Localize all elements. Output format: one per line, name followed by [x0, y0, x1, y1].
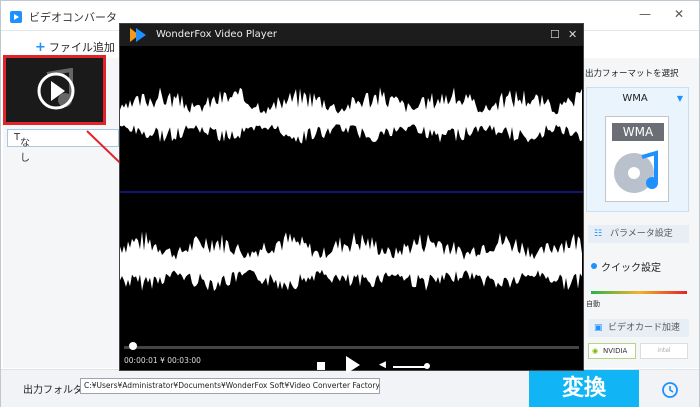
- alarm-button[interactable]: [641, 370, 699, 407]
- time-display: 00:00:01 ¥ 00:03:00: [124, 356, 201, 365]
- wma-file-icon: WMA: [605, 116, 669, 202]
- app-title: ビデオコンバータ: [29, 11, 117, 24]
- progress-track[interactable]: [124, 346, 579, 349]
- format-title: 出力フォーマットを選択: [585, 69, 679, 79]
- plus-icon: +: [35, 40, 46, 55]
- nvidia-label: NVIDIA: [603, 347, 628, 355]
- output-folder-input[interactable]: C:¥Users¥Administrator¥Documents¥WonderF…: [80, 378, 380, 394]
- format-name: WMA: [622, 93, 648, 104]
- gpu-logos: ◉ NVIDIA intel: [588, 343, 689, 359]
- nvidia-eye-icon: ◉: [592, 347, 599, 355]
- add-file-button[interactable]: + ファイル追加: [35, 39, 115, 55]
- param-label: パラメータ設定: [610, 229, 673, 239]
- maximize-button[interactable]: ☐: [550, 28, 560, 41]
- app-logo-icon: [10, 11, 22, 23]
- add-file-label: ファイル追加: [48, 41, 115, 54]
- subtitle-value: T なし: [14, 132, 30, 164]
- volume-icon[interactable]: ◀: [379, 360, 386, 370]
- gpu-acceleration-button[interactable]: ▣ ビデオカード加速: [588, 319, 689, 337]
- video-thumbnail[interactable]: [3, 55, 106, 125]
- auto-label: 自動: [586, 300, 600, 308]
- volume-handle[interactable]: [424, 363, 430, 369]
- alarm-clock-icon: [662, 382, 678, 398]
- stop-button[interactable]: [317, 362, 325, 370]
- audio-waveform: [120, 87, 583, 291]
- volume-slider[interactable]: [393, 366, 427, 368]
- wma-icon-label: WMA: [612, 123, 664, 141]
- player-title: WonderFox Video Player: [156, 29, 277, 40]
- toolbar: + ファイル追加: [1, 31, 119, 57]
- quick-settings-dot: [591, 263, 597, 269]
- player-title-bar: WonderFox Video Player ☐ ✕: [120, 24, 583, 46]
- player-close-button[interactable]: ✕: [568, 28, 577, 41]
- format-selector[interactable]: WMA ▼ WMA: [586, 87, 689, 212]
- caret-down-icon: ▼: [676, 94, 683, 103]
- wonderfox-logo-icon: [130, 28, 146, 42]
- chip-icon: ▣: [594, 323, 603, 333]
- parameter-settings-button[interactable]: ☷ パラメータ設定: [588, 225, 689, 243]
- minimize-button[interactable]: —: [639, 7, 651, 21]
- quality-slider[interactable]: [591, 291, 687, 294]
- play-music-icon: [37, 68, 75, 110]
- intel-badge: intel: [640, 343, 688, 359]
- progress-handle[interactable]: [128, 342, 137, 350]
- nvidia-badge: ◉ NVIDIA: [588, 343, 636, 359]
- intel-label: intel: [657, 347, 671, 354]
- sliders-icon: ☷: [594, 229, 603, 239]
- convert-button[interactable]: 変換: [529, 370, 639, 407]
- quick-settings-label: クイック設定: [601, 263, 661, 274]
- main-window: ビデオコンバータ — ✕ + ファイル追加 T なし 出力フォーマットを選択 WM…: [0, 0, 700, 407]
- play-button[interactable]: [345, 355, 361, 375]
- gpu-label: ビデオカード加速: [608, 323, 681, 333]
- close-button[interactable]: ✕: [674, 7, 684, 21]
- cd-disc-icon: [614, 150, 658, 193]
- video-player-window: WonderFox Video Player ☐ ✕ 00:00:01 ¥ 00…: [119, 23, 584, 374]
